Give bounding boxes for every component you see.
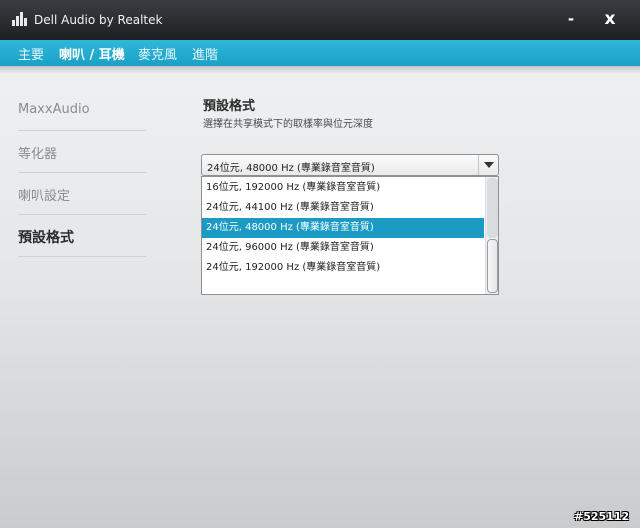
sidebar-divider bbox=[18, 256, 146, 257]
section-title: 預設格式 bbox=[203, 99, 256, 114]
scrollbar-track-upper bbox=[487, 178, 498, 238]
content-area bbox=[0, 66, 640, 528]
format-option[interactable]: 24位元, 96000 Hz (專業錄音室音質) bbox=[202, 238, 484, 258]
format-option[interactable]: 24位元, 44100 Hz (專業錄音室音質) bbox=[202, 198, 484, 218]
scrollbar-thumb[interactable] bbox=[487, 239, 498, 293]
sidebar-item-default-format[interactable]: 預設格式 bbox=[18, 227, 146, 247]
tab-bar-shadow bbox=[0, 66, 640, 74]
sidebar-divider bbox=[18, 214, 146, 215]
format-dropdown-list: 16位元, 192000 Hz (專業錄音室音質) 24位元, 44100 Hz… bbox=[201, 176, 499, 295]
audio-bars-icon bbox=[12, 12, 28, 26]
format-option-selected[interactable]: 24位元, 48000 Hz (專業錄音室音質) bbox=[202, 218, 484, 238]
default-format-value: 24位元, 48000 Hz (專業錄音室音質) bbox=[207, 163, 375, 174]
sidebar-divider bbox=[18, 172, 146, 173]
minimize-button[interactable]: - bbox=[557, 8, 585, 30]
tab-advanced[interactable]: 進階 bbox=[192, 44, 218, 63]
sidebar-item-maxxaudio[interactable]: MaxxAudio bbox=[18, 102, 146, 117]
tab-speakers-headphones[interactable]: 喇叭 / 耳機 bbox=[59, 44, 125, 63]
watermark: #525112 bbox=[574, 510, 630, 523]
format-option[interactable]: 24位元, 192000 Hz (專業錄音室音質) bbox=[202, 258, 484, 278]
tab-microphone[interactable]: 麥克風 bbox=[138, 44, 177, 63]
sidebar-divider bbox=[18, 130, 146, 131]
format-option[interactable]: 16位元, 192000 Hz (專業錄音室音質) bbox=[202, 178, 484, 198]
window-title: Dell Audio by Realtek bbox=[34, 13, 163, 27]
section-description: 選擇在共享模式下的取樣率與位元深度 bbox=[203, 119, 373, 130]
sidebar-item-speaker-setup[interactable]: 喇叭設定 bbox=[18, 185, 146, 204]
chevron-down-icon[interactable] bbox=[478, 155, 498, 175]
tab-bar: 主要 喇叭 / 耳機 麥克風 進階 bbox=[0, 40, 640, 66]
dropdown-scrollbar[interactable] bbox=[485, 177, 498, 294]
sidebar-item-equalizer[interactable]: 等化器 bbox=[18, 143, 146, 162]
tab-main[interactable]: 主要 bbox=[18, 44, 44, 63]
close-button[interactable]: x bbox=[596, 8, 624, 30]
title-bar: Dell Audio by Realtek - x bbox=[0, 0, 640, 40]
default-format-select[interactable]: 24位元, 48000 Hz (專業錄音室音質) bbox=[201, 154, 499, 176]
